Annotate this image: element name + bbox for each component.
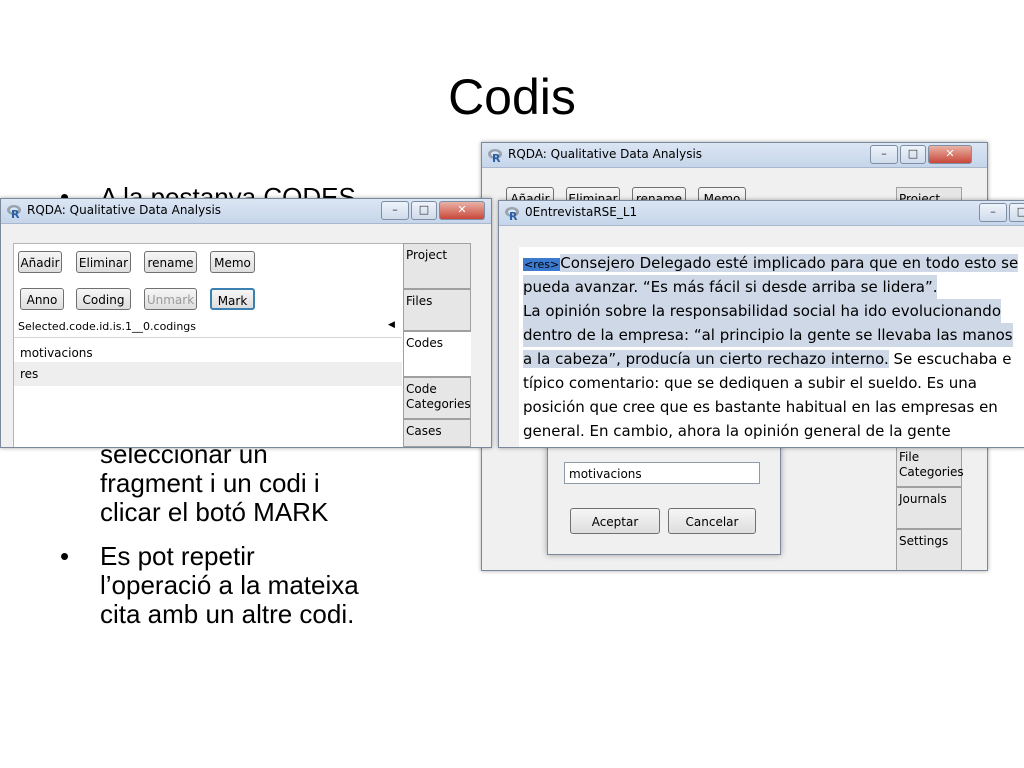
file-text-window: R 0EntrevistaRSE_L1 – □ <res>Consejero D… xyxy=(498,200,1024,448)
code-item-res[interactable]: res xyxy=(20,367,38,381)
text-line-7: posición que cree que es bastante habitu… xyxy=(523,398,998,416)
front-window-titlebar: R RQDA: Qualitative Data Analysis – □ ✕ xyxy=(1,199,491,224)
cancel-button[interactable]: Cancelar xyxy=(668,508,756,534)
text-window-title: 0EntrevistaRSE_L1 xyxy=(525,205,638,219)
close-icon[interactable]: ✕ xyxy=(928,145,972,164)
memo-button[interactable]: Memo xyxy=(210,251,255,273)
text-window-titlebar: R 0EntrevistaRSE_L1 – □ xyxy=(499,201,1024,226)
text-line-8: general. En cambio, ahora la opinión gen… xyxy=(523,422,951,440)
minimize-icon[interactable]: – xyxy=(870,145,898,164)
text-line-1: <res>Consejero Delegado esté implicado p… xyxy=(523,254,1019,272)
front-tab-column: Project Files Codes Code Categories Case… xyxy=(403,243,471,447)
selected-code-label: Selected.code.id.is.1__0.codings xyxy=(18,320,197,333)
r-logo-icon: R xyxy=(7,205,21,219)
rqda-front-window: R RQDA: Qualitative Data Analysis – □ ✕ … xyxy=(0,198,492,448)
back-window-titlebar: R RQDA: Qualitative Data Analysis – □ ✕ xyxy=(482,143,987,168)
back-tab-journals[interactable]: Journals xyxy=(896,487,962,529)
text-line-6: típico comentario: que se dediquen a sub… xyxy=(523,374,977,392)
maximize-icon[interactable]: □ xyxy=(1009,203,1024,222)
r-logo-icon: R xyxy=(505,207,519,221)
text-line-4: dentro de la empresa: “al principio la g… xyxy=(523,323,1013,347)
divider xyxy=(14,337,402,338)
front-window-title: RQDA: Qualitative Data Analysis xyxy=(27,203,222,217)
back-tab-file-categories[interactable]: File Categories xyxy=(896,445,964,487)
maximize-icon[interactable]: □ xyxy=(411,201,437,220)
anno-button[interactable]: Anno xyxy=(20,288,64,310)
selected-code-row[interactable]: res xyxy=(14,362,402,386)
minimize-icon[interactable]: – xyxy=(381,201,409,220)
svg-text:R: R xyxy=(492,152,501,163)
slide-title: Codis xyxy=(448,69,576,125)
scroll-arrow-icon[interactable]: ◀ xyxy=(388,320,395,330)
close-icon[interactable]: ✕ xyxy=(439,201,485,220)
coding-button[interactable]: Coding xyxy=(76,288,131,310)
text-line-5: a la cabeza”, producía un cierto rechazo… xyxy=(523,350,1012,368)
back-window-title: RQDA: Qualitative Data Analysis xyxy=(508,147,703,161)
tab-project[interactable]: Project xyxy=(403,243,471,289)
delete-button[interactable]: Eliminar xyxy=(76,251,131,273)
tab-cases[interactable]: Cases xyxy=(403,419,471,447)
unmark-button[interactable]: Unmark xyxy=(144,288,197,310)
tab-files[interactable]: Files xyxy=(403,289,471,331)
bullet-3: • Es pot repetir l’operació a la mateixa… xyxy=(60,542,440,632)
svg-text:R: R xyxy=(509,210,518,221)
r-logo-icon: R xyxy=(488,149,502,163)
bullet-dot: • xyxy=(60,541,70,571)
code-tag-res: <res> xyxy=(523,258,561,271)
rename-button[interactable]: rename xyxy=(144,251,197,273)
maximize-icon[interactable]: □ xyxy=(900,145,926,164)
code-item-motivacions[interactable]: motivacions xyxy=(20,346,93,360)
back-tab-settings[interactable]: Settings xyxy=(896,529,962,570)
bullet-2-text: seleccionar un fragment i un codi i clic… xyxy=(100,439,329,527)
code-name-input[interactable]: motivacions xyxy=(564,462,760,484)
text-editor[interactable]: <res>Consejero Delegado esté implicado p… xyxy=(519,247,1024,447)
mark-button[interactable]: Mark xyxy=(210,288,255,310)
accept-button[interactable]: Aceptar xyxy=(570,508,660,534)
tab-code-categories[interactable]: Code Categories xyxy=(403,377,471,419)
text-line-2: pueda avanzar. “Es más fácil si desde ar… xyxy=(523,275,938,299)
add-button[interactable]: Añadir xyxy=(18,251,62,273)
minimize-icon[interactable]: – xyxy=(979,203,1007,222)
bullet-3-text: Es pot repetir l’operació a la mateixa c… xyxy=(100,541,359,629)
svg-text:R: R xyxy=(11,208,20,219)
tab-codes[interactable]: Codes xyxy=(403,331,471,377)
text-line-3: La opinión sobre la responsabilidad soci… xyxy=(523,299,1001,323)
codes-panel: Añadir Eliminar rename Memo Anno Coding … xyxy=(13,243,405,447)
bullet-2: seleccionar un fragment i un codi i clic… xyxy=(60,440,440,530)
